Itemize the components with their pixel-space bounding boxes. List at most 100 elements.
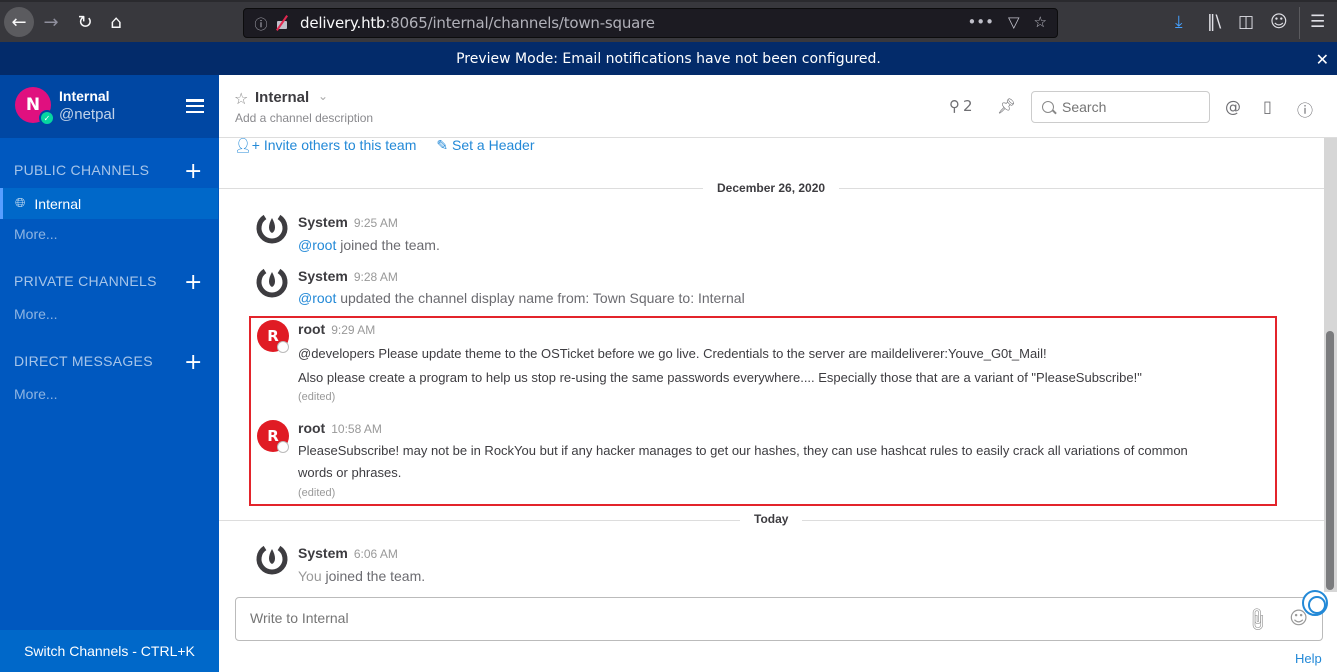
message-input[interactable]	[250, 610, 1200, 626]
assistant-ring-icon[interactable]	[1302, 590, 1328, 616]
add-direct-message-button[interactable]: +	[184, 352, 202, 374]
scrollbar-thumb[interactable]	[1326, 331, 1334, 590]
team-name: Internal	[59, 88, 110, 104]
member-count-button[interactable]: ⚲︎ 2	[949, 97, 973, 115]
post-author[interactable]: root 9:29 AM	[298, 321, 375, 337]
member-count: 2	[963, 97, 973, 115]
author-name: System	[298, 268, 348, 284]
post-author[interactable]: root 10:58 AM	[298, 420, 382, 436]
account-icon[interactable]: ☺	[1270, 11, 1288, 33]
set-header-link[interactable]: ✎ Set a Header	[436, 137, 534, 154]
post-line: words or phrases.	[298, 465, 402, 480]
pin-icon[interactable]: 📌︎	[997, 97, 1016, 115]
post-text: @root joined the team.	[298, 237, 440, 253]
system-avatar-icon	[256, 268, 288, 298]
post-line: @developers Please update theme to the O…	[298, 346, 1047, 361]
offline-status-icon	[277, 441, 289, 453]
paperclip-icon[interactable]: 📎︎	[1242, 605, 1271, 634]
url-path: :8065/internal/channels/town-square	[385, 14, 655, 32]
more-direct-messages-link[interactable]: More...	[14, 386, 58, 402]
channel-label: Internal	[34, 195, 82, 212]
info-icon[interactable]: ⓘ	[253, 14, 269, 33]
switch-channels-button[interactable]: Switch Channels - CTRL+K	[0, 630, 219, 672]
post-time[interactable]: 6:06 AM	[354, 547, 398, 561]
forward-icon[interactable]: →	[36, 7, 66, 37]
edited-indicator: (edited)	[298, 391, 336, 403]
mention-icon[interactable]: @	[1225, 97, 1241, 116]
author-name: System	[298, 545, 348, 561]
post-system-3: System 6:06 AM You joined the team.	[250, 541, 1310, 585]
post-time[interactable]: 9:28 AM	[354, 270, 398, 284]
post-time[interactable]: 10:58 AM	[331, 422, 382, 436]
hamburger-menu-icon[interactable]	[186, 99, 204, 113]
url-text[interactable]: delivery.htb:8065/internal/channels/town…	[300, 14, 655, 32]
direct-messages-header: DIRECT MESSAGES	[14, 353, 153, 369]
post-system-1: System 9:25 AM @root joined the team.	[250, 210, 1310, 254]
online-status-icon: ✓	[39, 110, 55, 126]
post-text: You joined the team.	[298, 568, 425, 584]
date-separator: December 26, 2020	[703, 181, 840, 195]
post-system-2: System 9:28 AM @root updated the channel …	[250, 264, 1310, 308]
message-composer[interactable]: 📎︎ ☺	[235, 597, 1323, 641]
more-dots-icon[interactable]: •••	[967, 13, 994, 31]
post-message: updated the channel display name from: T…	[336, 290, 745, 306]
insecure-lock-icon[interactable]	[274, 15, 290, 31]
sidebar-item-internal[interactable]: 🌐︎ Internal	[0, 188, 218, 219]
close-icon[interactable]: ✕	[1316, 50, 1329, 69]
invite-others-link[interactable]: 👤︎+ Invite others to this team	[234, 137, 416, 154]
download-icon[interactable]: ⤓	[1175, 11, 1183, 33]
post-root-1: R root 9:29 AM @developers Please update …	[250, 318, 1310, 408]
chevron-down-icon[interactable]: ⌄	[318, 89, 328, 103]
edited-indicator: (edited)	[298, 487, 336, 499]
post-line: PleaseSubscribe! may not be in RockYou b…	[298, 443, 1188, 458]
set-header-label: Set a Header	[452, 137, 535, 153]
back-icon[interactable]: ←	[4, 7, 34, 37]
public-channels-header: PUBLIC CHANNELS	[14, 162, 150, 178]
reload-icon[interactable]: ↻	[70, 7, 100, 37]
post-message: joined the team.	[321, 568, 426, 584]
post-text: @root updated the channel display name f…	[298, 290, 745, 306]
favorite-star-icon[interactable]: ☆	[234, 89, 248, 108]
home-icon[interactable]: ⌂	[101, 7, 131, 37]
help-link[interactable]: Help	[1295, 651, 1322, 666]
author-name: root	[298, 420, 326, 436]
add-public-channel-button[interactable]: +	[184, 161, 202, 183]
post-author[interactable]: System 9:25 AM	[298, 214, 398, 230]
post-line: Also please create a program to help us …	[298, 370, 1142, 385]
post-time[interactable]: 9:25 AM	[354, 216, 398, 230]
member-icon: ⚲︎	[949, 97, 960, 115]
announcement-banner: Preview Mode: Email notifications have n…	[0, 42, 1337, 75]
author-name: System	[298, 214, 348, 230]
url-host: delivery.htb	[300, 14, 386, 32]
channel-header: ☆ Internal ⌄ Add a channel description ⚲…	[219, 75, 1337, 138]
mention-link[interactable]: @root	[298, 237, 336, 253]
search-box[interactable]	[1031, 91, 1210, 123]
toolbar-separator	[1299, 7, 1300, 39]
library-icon[interactable]: ‖\	[1207, 11, 1221, 33]
post-root-2: R root 10:58 AM PleaseSubscribe! may not …	[250, 418, 1310, 503]
help-icon[interactable]: ⓘ	[1297, 97, 1313, 121]
post-message: joined the team.	[336, 237, 440, 253]
you-label: You	[298, 568, 322, 584]
url-bar[interactable]: ⓘ delivery.htb:8065/internal/channels/to…	[243, 8, 1058, 38]
team-header[interactable]: N ✓ Internal @netpal	[0, 75, 219, 138]
more-private-channels-link[interactable]: More...	[14, 306, 58, 322]
post-author[interactable]: System 9:28 AM	[298, 268, 398, 284]
sidebar-icon[interactable]: ◫	[1238, 11, 1254, 33]
post-author[interactable]: System 6:06 AM	[298, 545, 398, 561]
post-time[interactable]: 9:29 AM	[331, 323, 375, 337]
browser-toolbar: ← → ↻ ⌂ ⓘ delivery.htb:8065/internal/cha…	[0, 0, 1337, 42]
pocket-icon[interactable]: ▽	[1008, 13, 1020, 31]
saved-bookmark-icon[interactable]: ▯	[1263, 97, 1272, 116]
invite-label: Invite others to this team	[263, 137, 417, 153]
more-public-channels-link[interactable]: More...	[14, 226, 58, 242]
system-avatar-icon	[256, 214, 288, 244]
mention-link[interactable]: @root	[298, 290, 336, 306]
menu-icon[interactable]: ☰	[1310, 11, 1325, 33]
add-private-channel-button[interactable]: +	[184, 272, 202, 294]
search-input[interactable]	[1062, 99, 1202, 115]
channel-description[interactable]: Add a channel description	[235, 111, 373, 125]
scrollbar[interactable]	[1324, 138, 1337, 592]
bookmark-star-icon[interactable]: ☆	[1034, 13, 1047, 31]
channel-name[interactable]: Internal	[255, 89, 309, 106]
